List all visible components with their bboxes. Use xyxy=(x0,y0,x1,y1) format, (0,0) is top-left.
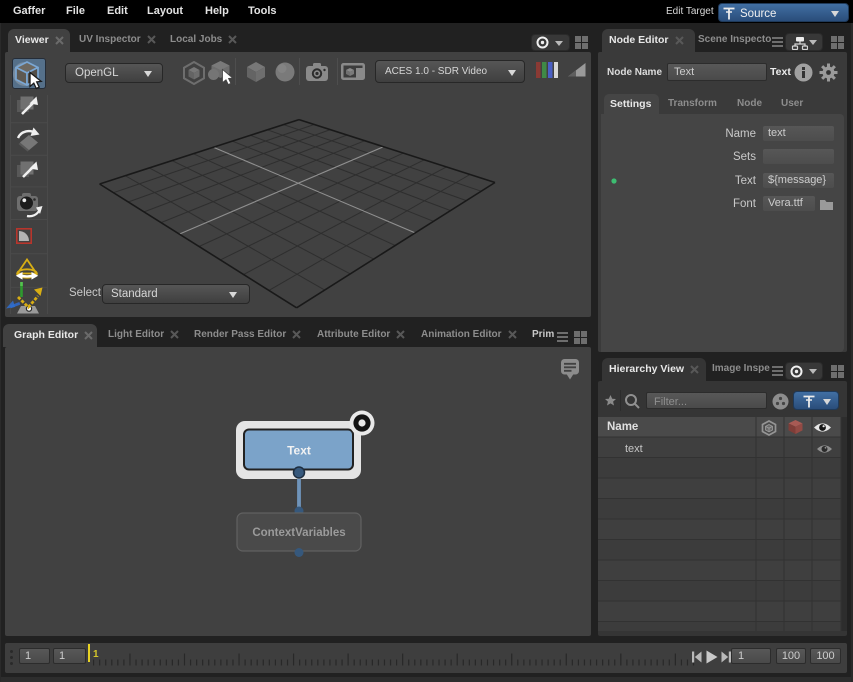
svg-text:Text: Text xyxy=(287,444,311,458)
svg-text:ContextVariables: ContextVariables xyxy=(252,527,345,539)
